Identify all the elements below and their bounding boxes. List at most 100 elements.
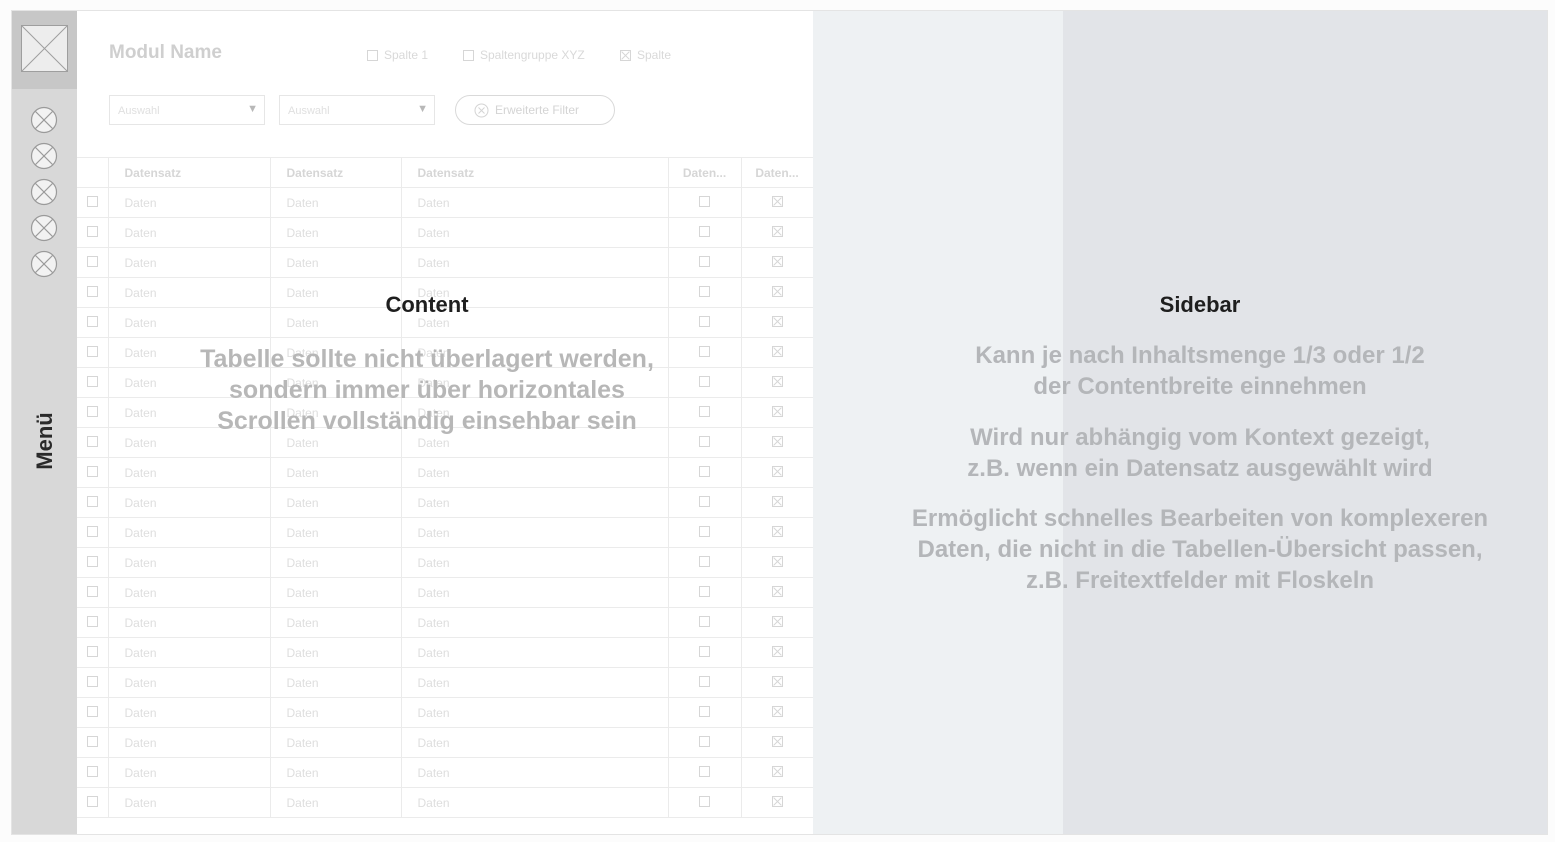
table-checkbox-cell[interactable] (667, 727, 742, 758)
checked-checkbox-icon[interactable] (771, 525, 783, 537)
table-checkbox-cell[interactable] (740, 247, 813, 278)
checkbox-icon[interactable] (699, 195, 710, 207)
row-select-cell[interactable] (77, 517, 109, 548)
checkbox-icon[interactable] (699, 255, 710, 267)
checkbox-icon[interactable] (86, 735, 98, 747)
column-toggle-spalte-1[interactable]: Spalte 1 (367, 48, 428, 62)
table-row[interactable]: Daten Daten Daten (77, 757, 813, 788)
table-checkbox-cell[interactable] (740, 457, 813, 488)
table-checkbox-cell[interactable] (740, 187, 813, 218)
table-checkbox-cell[interactable] (667, 577, 742, 608)
table-row[interactable]: Daten Daten Daten (77, 787, 813, 818)
nav-item-4[interactable] (30, 214, 58, 242)
table-checkbox-cell[interactable] (667, 187, 742, 218)
table-row[interactable]: Daten Daten Daten (77, 607, 813, 638)
checkbox-icon[interactable] (86, 585, 98, 597)
row-select-cell[interactable] (77, 547, 109, 578)
column-toggle-spalte[interactable]: Spalte (620, 48, 671, 62)
table-row[interactable]: Daten Daten Daten (77, 247, 813, 278)
table-row[interactable]: Daten Daten Daten (77, 487, 813, 518)
checkbox-icon[interactable] (86, 795, 98, 807)
checked-checkbox-icon[interactable] (771, 735, 783, 747)
column-header[interactable]: Daten... (740, 157, 813, 188)
checked-checkbox-icon[interactable] (771, 645, 783, 657)
checkbox-icon[interactable] (86, 495, 98, 507)
table-checkbox-cell[interactable] (740, 757, 813, 788)
table-checkbox-cell[interactable] (667, 547, 742, 578)
checkbox-icon[interactable] (86, 675, 98, 687)
table-row[interactable]: Daten Daten Daten (77, 577, 813, 608)
table-checkbox-cell[interactable] (740, 637, 813, 668)
table-row[interactable]: Daten Daten Daten (77, 547, 813, 578)
checked-checkbox-icon[interactable] (771, 765, 783, 777)
table-row[interactable]: Daten Daten Daten (77, 697, 813, 728)
checkbox-icon[interactable] (699, 675, 710, 687)
table-row[interactable]: Daten Daten Daten (77, 667, 813, 698)
row-select-cell[interactable] (77, 457, 109, 488)
checked-checkbox-icon[interactable] (771, 615, 783, 627)
row-select-cell[interactable] (77, 727, 109, 758)
table-row[interactable]: Daten Daten Daten (77, 457, 813, 488)
table-checkbox-cell[interactable] (667, 457, 742, 488)
column-header[interactable]: Datensatz (400, 157, 669, 188)
checkbox-icon[interactable] (699, 225, 710, 237)
checkbox-icon[interactable] (86, 465, 98, 477)
checkbox-icon[interactable] (699, 525, 710, 537)
checkbox-icon[interactable] (86, 525, 98, 537)
table-checkbox-cell[interactable] (667, 787, 742, 818)
checked-checkbox-icon[interactable] (771, 195, 783, 207)
table-row[interactable]: Daten Daten Daten (77, 637, 813, 668)
table-row[interactable]: Daten Daten Daten (77, 217, 813, 248)
row-select-cell[interactable] (77, 667, 109, 698)
checkbox-icon[interactable] (699, 555, 710, 567)
checkbox-icon[interactable] (699, 615, 710, 627)
checkbox-icon[interactable] (86, 255, 98, 267)
row-select-cell[interactable] (77, 787, 109, 818)
checkbox-icon[interactable] (699, 435, 710, 447)
table-checkbox-cell[interactable] (667, 217, 742, 248)
checkbox-icon[interactable] (463, 49, 474, 61)
table-checkbox-cell[interactable] (740, 727, 813, 758)
table-row[interactable]: Daten Daten Daten (77, 187, 813, 218)
nav-item-3[interactable] (30, 178, 58, 206)
filter-select-2[interactable]: Auswahl ▼ (279, 95, 435, 125)
table-row[interactable]: Daten Daten Daten (77, 517, 813, 548)
row-select-cell[interactable] (77, 697, 109, 728)
row-select-cell[interactable] (77, 187, 109, 218)
checkbox-icon[interactable] (699, 735, 710, 747)
checked-checkbox-icon[interactable] (620, 49, 631, 61)
table-checkbox-cell[interactable] (740, 667, 813, 698)
table-checkbox-cell[interactable] (667, 697, 742, 728)
table-checkbox-cell[interactable] (667, 667, 742, 698)
column-header[interactable]: Datensatz (269, 157, 402, 188)
filter-select-1[interactable]: Auswahl ▼ (109, 95, 265, 125)
checkbox-icon[interactable] (699, 795, 710, 807)
column-header[interactable]: Daten... (667, 157, 742, 188)
row-select-cell[interactable] (77, 607, 109, 638)
checkbox-icon[interactable] (86, 615, 98, 627)
column-toggle-spaltengruppe[interactable]: Spaltengruppe XYZ (463, 48, 585, 62)
checkbox-icon[interactable] (699, 585, 710, 597)
checked-checkbox-icon[interactable] (771, 225, 783, 237)
checkbox-icon[interactable] (699, 705, 710, 717)
checkbox-icon[interactable] (86, 435, 98, 447)
row-select-cell[interactable] (77, 577, 109, 608)
table-checkbox-cell[interactable] (667, 757, 742, 788)
checkbox-icon[interactable] (86, 195, 98, 207)
checked-checkbox-icon[interactable] (771, 495, 783, 507)
table-checkbox-cell[interactable] (667, 247, 742, 278)
table-checkbox-cell[interactable] (740, 487, 813, 518)
menu-label[interactable]: Menü (32, 412, 58, 469)
checkbox-icon[interactable] (86, 705, 98, 717)
table-checkbox-cell[interactable] (667, 487, 742, 518)
checked-checkbox-icon[interactable] (771, 555, 783, 567)
checked-checkbox-icon[interactable] (771, 435, 783, 447)
table-checkbox-cell[interactable] (740, 547, 813, 578)
column-header[interactable]: Datensatz (107, 157, 271, 188)
advanced-filter-button[interactable]: Erweiterte Filter (455, 95, 615, 125)
table-checkbox-cell[interactable] (740, 697, 813, 728)
row-select-cell[interactable] (77, 637, 109, 668)
checked-checkbox-icon[interactable] (771, 675, 783, 687)
checkbox-icon[interactable] (699, 765, 710, 777)
checkbox-icon[interactable] (86, 645, 98, 657)
